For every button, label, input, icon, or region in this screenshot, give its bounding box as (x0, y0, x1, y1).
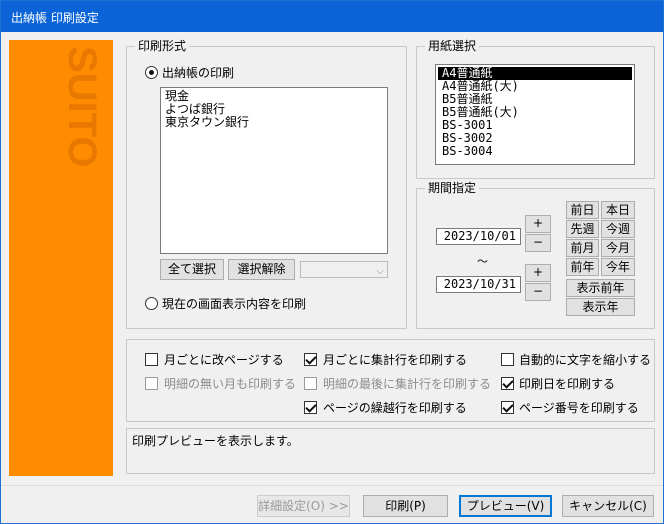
start-date-input[interactable]: 2023/10/01 (436, 228, 521, 245)
page-break-monthly-label[interactable]: 月ごとに改ページする (164, 353, 284, 367)
list-item[interactable]: BS-3004 (438, 145, 632, 158)
preview-button[interactable]: プレビュー(V) (459, 495, 552, 517)
start-date-plus-button[interactable]: + (525, 215, 551, 233)
monthly-total-label[interactable]: 月ごとに集計行を印刷する (323, 353, 467, 367)
period-tilde: ～ (477, 255, 488, 268)
prev-year-button[interactable]: 前年 (566, 258, 599, 276)
end-date-input[interactable]: 2023/10/31 (436, 276, 521, 293)
shrink-text-checkbox[interactable] (501, 353, 514, 366)
start-date-minus-button[interactable]: − (525, 234, 551, 252)
dialog-client: SUITO 印刷形式 出納帳の印刷 現金 よつば銀行 東京タウン銀行 全て選択 … (1, 32, 663, 485)
prev-week-button[interactable]: 先週 (566, 220, 599, 238)
prev-display-year-button[interactable]: 表示前年 (566, 279, 635, 297)
list-item[interactable]: 東京タウン銀行 (161, 116, 387, 129)
page-break-monthly-checkbox[interactable] (145, 353, 158, 366)
display-year-button[interactable]: 表示年 (566, 298, 635, 316)
options-group: 月ごとに改ページする 明細の無い月も印刷する 月ごとに集計行を印刷する 明細の最… (126, 339, 655, 422)
print-format-legend: 印刷形式 (135, 39, 190, 53)
this-week-button[interactable]: 今週 (601, 220, 635, 238)
print-date-label[interactable]: 印刷日を印刷する (519, 377, 615, 391)
end-date-minus-button[interactable]: − (525, 283, 551, 301)
cancel-button[interactable]: キャンセル(C) (562, 495, 654, 517)
print-format-group: 印刷形式 出納帳の印刷 現金 よつば銀行 東京タウン銀行 全て選択 選択解除 ⌵… (126, 39, 407, 329)
paper-select-group: 用紙選択 A4普通紙 A4普通紙(大) B5普通紙 B5普通紙(大) BS-30… (416, 39, 655, 179)
deselect-button[interactable]: 選択解除 (228, 259, 295, 280)
ledger-print-label[interactable]: 出納帳の印刷 (162, 66, 234, 80)
period-legend: 期間指定 (425, 181, 480, 195)
title-bar[interactable]: 出納帳 印刷設定 (1, 1, 663, 32)
prev-day-button[interactable]: 前日 (566, 201, 599, 219)
brand-sidebar: SUITO (9, 40, 113, 476)
period-group: 期間指定 2023/10/01 ～ 2023/10/31 + − + − 前日 … (416, 181, 655, 329)
print-empty-months-checkbox[interactable] (145, 377, 158, 390)
this-month-button[interactable]: 今月 (601, 239, 635, 257)
dialog-window: 出納帳 印刷設定 SUITO 印刷形式 出納帳の印刷 現金 よつば銀行 東京タウ… (0, 0, 664, 524)
carryover-checkbox[interactable] (304, 401, 317, 414)
carryover-label[interactable]: ページの繰越行を印刷する (323, 401, 467, 415)
details-button[interactable]: 詳細設定(O) >> (257, 495, 350, 517)
prev-month-button[interactable]: 前月 (566, 239, 599, 257)
chevron-down-icon[interactable]: ⌵ (376, 266, 384, 277)
screen-print-label[interactable]: 現在の画面表示内容を印刷 (162, 297, 306, 311)
account-list[interactable]: 現金 よつば銀行 東京タウン銀行 (160, 87, 388, 254)
print-date-checkbox[interactable] (501, 377, 514, 390)
button-bar: 詳細設定(O) >> 印刷(P) プレビュー(V) キャンセル(C) (1, 485, 663, 523)
shrink-text-label[interactable]: 自動的に文字を縮小する (519, 353, 651, 367)
account-filter-combo[interactable]: ⌵ (300, 261, 388, 278)
window-title: 出納帳 印刷設定 (11, 11, 99, 25)
brand-logo: SUITO (63, 46, 104, 168)
page-number-label[interactable]: ページ番号を印刷する (519, 401, 639, 415)
paper-list[interactable]: A4普通紙 A4普通紙(大) B5普通紙 B5普通紙(大) BS-3001 BS… (435, 64, 635, 165)
monthly-total-checkbox[interactable] (304, 353, 317, 366)
print-empty-months-label[interactable]: 明細の無い月も印刷する (164, 377, 296, 391)
page-number-checkbox[interactable] (501, 401, 514, 414)
total-at-end-label[interactable]: 明細の最後に集計行を印刷する (323, 377, 491, 391)
screen-print-radio[interactable] (145, 297, 158, 310)
print-button[interactable]: 印刷(P) (363, 495, 448, 517)
select-all-button[interactable]: 全て選択 (160, 259, 224, 280)
brand-logo-text: SUITO (63, 46, 104, 168)
today-button[interactable]: 本日 (601, 201, 635, 219)
status-message: 印刷プレビューを表示します。 (132, 434, 299, 448)
total-at-end-checkbox[interactable] (304, 377, 317, 390)
this-year-button[interactable]: 今年 (601, 258, 635, 276)
paper-select-legend: 用紙選択 (425, 39, 480, 53)
status-bar: 印刷プレビューを表示します。 (126, 428, 655, 474)
ledger-print-radio[interactable] (145, 66, 158, 79)
end-date-plus-button[interactable]: + (525, 264, 551, 282)
